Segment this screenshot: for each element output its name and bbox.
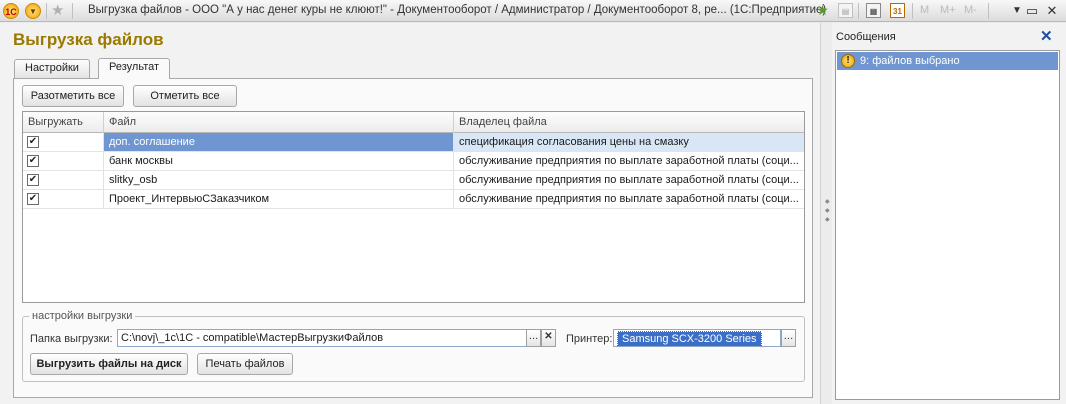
owner-cell: обслуживание предприятия по выплате зара… [459, 174, 799, 186]
export-cell[interactable]: ✔ [23, 152, 104, 170]
clear-icon[interactable]: ✕ [541, 329, 556, 347]
export-to-disk-button[interactable]: Выгрузить файлы на диск [30, 353, 188, 375]
folder-path-input[interactable]: C:\novj\_1c\1C - compatible\МастерВыгруз… [117, 329, 527, 347]
table-row[interactable]: ✔ Проект_ИнтервьюСЗаказчиком обслуживани… [23, 190, 804, 209]
document-icon[interactable]: ▤ [838, 3, 853, 18]
grip-dot: ◆ [825, 217, 830, 223]
table-row[interactable]: ✔ доп. соглашение спецификация согласова… [23, 133, 804, 152]
form-title: Выгрузка файлов [13, 30, 164, 49]
messages-title: Сообщения [836, 31, 896, 43]
export-cell[interactable]: ✔ [23, 133, 104, 151]
memory-minus-button[interactable]: M- [964, 4, 977, 16]
messages-panel: Сообщения ✕ ! 9: файлов выбрано [832, 23, 1066, 404]
title-bar: 1С ▼ ★ Выгрузка файлов - ООО "А у нас де… [0, 0, 1066, 22]
messages-list: ! 9: файлов выбрано [835, 50, 1060, 400]
printer-value: Samsung SCX-3200 Series [617, 331, 762, 346]
table-header: Выгружать Файл Владелец файла [23, 112, 804, 133]
export-settings-title: настройки выгрузки [29, 310, 136, 322]
browse-folder-button[interactable]: … [526, 329, 541, 347]
print-files-button[interactable]: Печать файлов [197, 353, 293, 375]
checkbox-checked[interactable]: ✔ [27, 174, 39, 186]
unmark-all-button[interactable]: Разотметить все [22, 85, 124, 107]
message-text: 9: файлов выбрано [860, 55, 960, 67]
separator [858, 3, 859, 19]
calendar-icon[interactable]: 31 [890, 3, 905, 18]
separator [46, 3, 47, 19]
file-cell: доп. соглашение [104, 133, 454, 151]
window-title: Выгрузка файлов - ООО "А у нас денег кур… [88, 4, 827, 16]
column-header-owner[interactable]: Владелец файла [454, 112, 804, 133]
owner-cell: обслуживание предприятия по выплате зара… [459, 193, 799, 205]
mark-all-button[interactable]: Отметить все [133, 85, 237, 107]
close-window-icon[interactable]: ✕ [1044, 3, 1060, 19]
tab-result[interactable]: Результат [98, 58, 171, 79]
warning-icon: ! [841, 54, 855, 68]
owner-cell: обслуживание предприятия по выплате зара… [459, 155, 799, 167]
close-icon[interactable]: ✕ [1040, 27, 1053, 45]
add-favorite-icon[interactable]: ★ [815, 3, 830, 18]
grip-dot: ◆ [825, 199, 830, 205]
file-cell: slitky_osb [104, 171, 454, 189]
separator [72, 3, 73, 19]
main-menu-icon[interactable]: ▼ [25, 3, 41, 19]
favorites-star-icon[interactable]: ★ [51, 1, 64, 19]
column-header-export[interactable]: Выгружать [23, 112, 104, 133]
chevron-down-icon[interactable]: ▼ [1012, 5, 1022, 16]
table-row[interactable]: ✔ slitky_osb обслуживание предприятия по… [23, 171, 804, 190]
checkbox-checked[interactable]: ✔ [27, 136, 39, 148]
file-cell: Проект_ИнтервьюСЗаказчиком [104, 190, 454, 208]
checkbox-checked[interactable]: ✔ [27, 155, 39, 167]
printer-input[interactable]: Samsung SCX-3200 Series [613, 329, 781, 347]
checkbox-checked[interactable]: ✔ [27, 193, 39, 205]
grip-dot: ◆ [825, 208, 830, 214]
owner-cell: спецификация согласования цены на смазку [454, 133, 804, 151]
files-table[interactable]: Выгружать Файл Владелец файла ✔ доп. сог… [22, 111, 805, 303]
column-header-file[interactable]: Файл [104, 112, 454, 133]
tab-settings[interactable]: Настройки [14, 59, 90, 78]
file-cell: банк москвы [104, 152, 454, 170]
calculator-icon[interactable]: ▦ [866, 3, 881, 18]
message-item[interactable]: ! 9: файлов выбрано [837, 52, 1058, 70]
memory-m-button[interactable]: M [920, 4, 929, 16]
minimize-icon[interactable]: ▭ [1024, 3, 1040, 19]
table-row[interactable]: ✔ банк москвы обслуживание предприятия п… [23, 152, 804, 171]
export-cell[interactable]: ✔ [23, 190, 104, 208]
separator [988, 3, 989, 19]
separator [912, 3, 913, 19]
memory-plus-button[interactable]: M+ [940, 4, 956, 16]
export-cell[interactable]: ✔ [23, 171, 104, 189]
printer-label: Принтер: [566, 333, 613, 345]
folder-label: Папка выгрузки: [30, 333, 113, 345]
app-logo-icon[interactable]: 1С [3, 3, 19, 19]
choose-printer-button[interactable]: … [781, 329, 796, 347]
panel-splitter[interactable]: ◆ ◆ ◆ [820, 23, 832, 404]
